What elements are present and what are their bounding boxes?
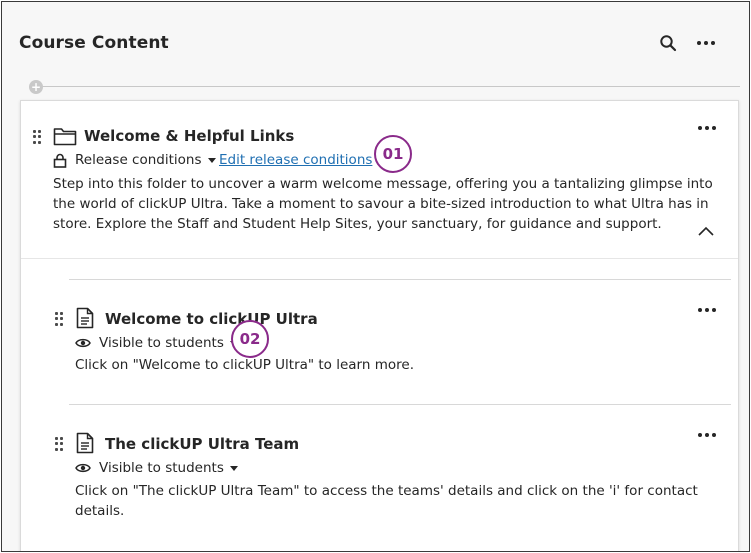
visibility-label: Visible to students: [99, 335, 224, 351]
more-options-icon: [698, 433, 716, 437]
add-content-divider: [35, 86, 740, 87]
document-icon: [76, 432, 94, 454]
divider: [69, 404, 731, 405]
eye-icon: [75, 463, 91, 473]
search-icon: [660, 35, 677, 52]
release-conditions-menu[interactable]: Release conditions: [53, 152, 216, 168]
drag-handle-icon[interactable]: [33, 130, 41, 144]
document-icon: [76, 307, 94, 329]
search-button[interactable]: [657, 31, 679, 55]
folder-description-line: store. Explore the Staff and Student Hel…: [53, 216, 662, 232]
visibility-menu[interactable]: Visible to students: [75, 460, 238, 476]
visibility-label: Visible to students: [99, 460, 224, 476]
eye-icon: [75, 338, 91, 348]
edit-release-conditions-link[interactable]: Edit release conditions: [219, 152, 372, 168]
folder-icon: [53, 128, 77, 146]
item-description: Click on "The clickUP Ultra Team" to acc…: [75, 481, 698, 521]
visibility-menu[interactable]: Visible to students: [75, 335, 238, 351]
chevron-down-icon: [229, 465, 238, 471]
more-options-button[interactable]: [694, 32, 718, 54]
more-options-icon: [698, 126, 716, 130]
more-options-icon: [698, 308, 716, 312]
folder-title[interactable]: Welcome & Helpful Links: [84, 127, 294, 145]
folder-description: Step into this folder to uncover a warm …: [53, 174, 713, 234]
content-panel: Welcome & Helpful Links Release conditio…: [20, 100, 739, 551]
drag-handle-icon[interactable]: [55, 437, 63, 451]
item-more-options-button[interactable]: [697, 305, 717, 315]
item-title[interactable]: Welcome to clickUP Ultra: [105, 310, 318, 328]
chevron-down-icon: [207, 157, 216, 163]
release-conditions-label: Release conditions: [75, 152, 202, 168]
collapse-chevron-icon[interactable]: [697, 225, 715, 237]
lock-icon: [53, 153, 67, 168]
item-description-line: Click on "Welcome to clickUP Ultra" to l…: [75, 357, 414, 373]
item-description-line: details.: [75, 503, 125, 519]
folder-description-line: Step into this folder to uncover a warm …: [53, 176, 713, 192]
folder-description-line: the world of clickUP Ultra. Take a momen…: [53, 196, 709, 212]
callout-badge-02: 02: [231, 320, 269, 358]
folder-more-options-button[interactable]: [697, 123, 717, 133]
divider: [69, 279, 731, 280]
page-title: Course Content: [19, 33, 169, 53]
folder-row: Welcome & Helpful Links Release conditio…: [21, 101, 738, 259]
item-title[interactable]: The clickUP Ultra Team: [105, 435, 299, 453]
item-description: Click on "Welcome to clickUP Ultra" to l…: [75, 355, 414, 375]
item-description-line: Click on "The clickUP Ultra Team" to acc…: [75, 483, 698, 499]
item-more-options-button[interactable]: [697, 430, 717, 440]
add-content-button[interactable]: +: [29, 80, 43, 94]
drag-handle-icon[interactable]: [55, 312, 63, 326]
callout-badge-01: 01: [374, 135, 412, 173]
course-content-window: Course Content + Welcome & Helpful Links: [1, 1, 750, 552]
more-options-icon: [697, 41, 715, 45]
